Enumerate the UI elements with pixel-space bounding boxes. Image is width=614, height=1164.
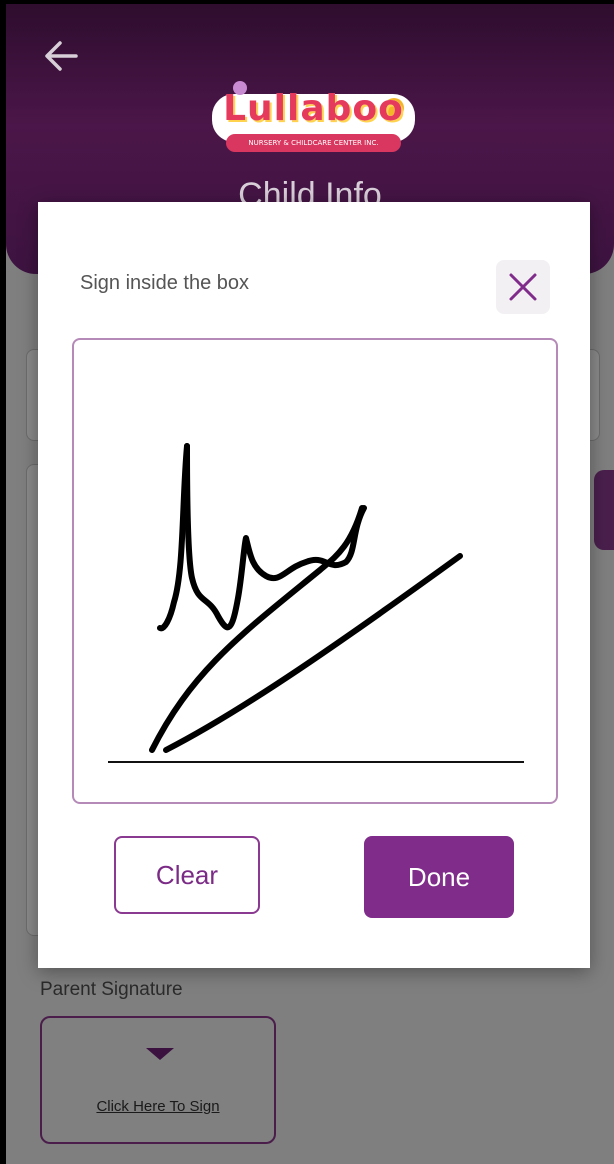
background-tab [594, 470, 614, 550]
app-screen: Lullaboo NURSERY & CHILDCARE CENTER INC.… [6, 4, 614, 1164]
parent-signature-label: Parent Signature [40, 979, 183, 1000]
signature-drawing [108, 443, 524, 763]
logo: Lullaboo NURSERY & CHILDCARE CENTER INC. [206, 74, 421, 164]
close-x-icon [509, 273, 537, 301]
close-button[interactable] [496, 260, 550, 314]
logo-tagline: NURSERY & CHILDCARE CENTER INC. [226, 134, 401, 152]
modal-title: Sign inside the box [80, 272, 250, 294]
signature-modal: Sign inside the box Clear Done [38, 202, 590, 968]
back-button[interactable] [40, 34, 84, 78]
arrow-left-icon [45, 41, 78, 71]
done-button[interactable]: Done [364, 836, 514, 918]
signature-pad[interactable] [72, 338, 558, 804]
parent-signature-box[interactable]: Click Here To Sign [40, 1016, 276, 1144]
click-to-sign-link[interactable]: Click Here To Sign [42, 1098, 274, 1115]
clear-button[interactable]: Clear [114, 836, 260, 914]
logo-wordmark: Lullaboo [223, 88, 404, 129]
caret-down-icon [146, 1048, 174, 1060]
